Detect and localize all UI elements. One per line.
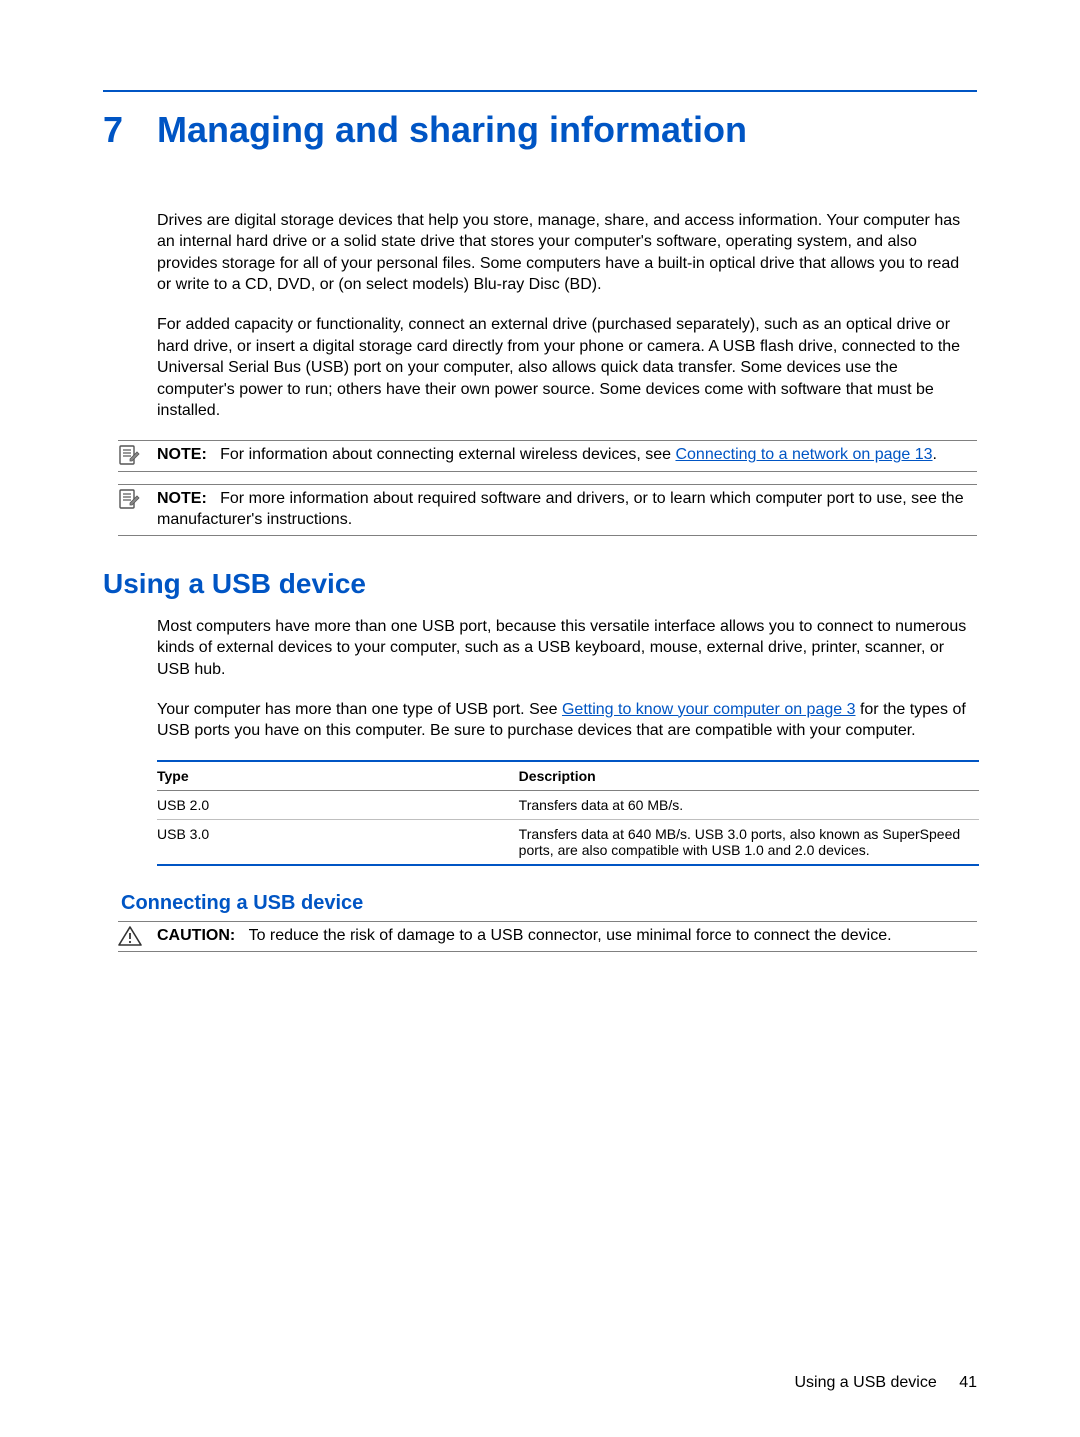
table-header-type: Type [157, 761, 519, 791]
footer-section-title: Using a USB device [794, 1374, 936, 1391]
chapter-title: Managing and sharing information [157, 110, 747, 150]
heading-using-usb: Using a USB device [103, 568, 977, 600]
note-icon [118, 488, 157, 511]
note-content: NOTE: For information about connecting e… [157, 444, 977, 466]
usb-types-table: Type Description USB 2.0 Transfers data … [157, 760, 979, 866]
table-header-description: Description [519, 761, 979, 791]
caution-text: To reduce the risk of damage to a USB co… [249, 927, 892, 944]
usb-p2-before: Your computer has more than one type of … [157, 701, 562, 718]
page-number: 41 [959, 1374, 977, 1391]
note-1: NOTE: For information about connecting e… [118, 440, 977, 472]
note-content: NOTE: For more information about require… [157, 488, 977, 531]
document-page: 7 Managing and sharing information Drive… [0, 0, 1080, 1437]
chapter-heading: 7 Managing and sharing information [103, 110, 977, 150]
caution-icon [118, 925, 157, 948]
cell-type: USB 3.0 [157, 819, 519, 865]
top-rule [103, 90, 977, 92]
chapter-number: 7 [103, 110, 157, 150]
cell-desc: Transfers data at 640 MB/s. USB 3.0 port… [519, 819, 979, 865]
note-label: NOTE: [157, 446, 207, 463]
note-text-before: For information about connecting externa… [220, 446, 675, 463]
caution-block: CAUTION: To reduce the risk of damage to… [118, 921, 977, 953]
note-text: For more information about required soft… [157, 490, 964, 529]
table-row: USB 3.0 Transfers data at 640 MB/s. USB … [157, 819, 979, 865]
caution-label: CAUTION: [157, 927, 235, 944]
link-connecting-network[interactable]: Connecting to a network on page 13 [675, 446, 932, 463]
cell-desc: Transfers data at 60 MB/s. [519, 790, 979, 819]
caution-content: CAUTION: To reduce the risk of damage to… [157, 925, 977, 947]
note-icon [118, 444, 157, 467]
page-footer: Using a USB device 41 [794, 1374, 977, 1392]
note-text-after: . [933, 446, 937, 463]
intro-paragraph-2: For added capacity or functionality, con… [157, 314, 977, 422]
intro-paragraph-1: Drives are digital storage devices that … [157, 210, 977, 296]
note-2: NOTE: For more information about require… [118, 484, 977, 536]
cell-type: USB 2.0 [157, 790, 519, 819]
note-label: NOTE: [157, 490, 207, 507]
link-getting-to-know[interactable]: Getting to know your computer on page 3 [562, 701, 856, 718]
heading-connecting-usb: Connecting a USB device [121, 892, 977, 915]
table-row: USB 2.0 Transfers data at 60 MB/s. [157, 790, 979, 819]
usb-paragraph-1: Most computers have more than one USB po… [157, 616, 977, 681]
usb-paragraph-2: Your computer has more than one type of … [157, 699, 977, 742]
